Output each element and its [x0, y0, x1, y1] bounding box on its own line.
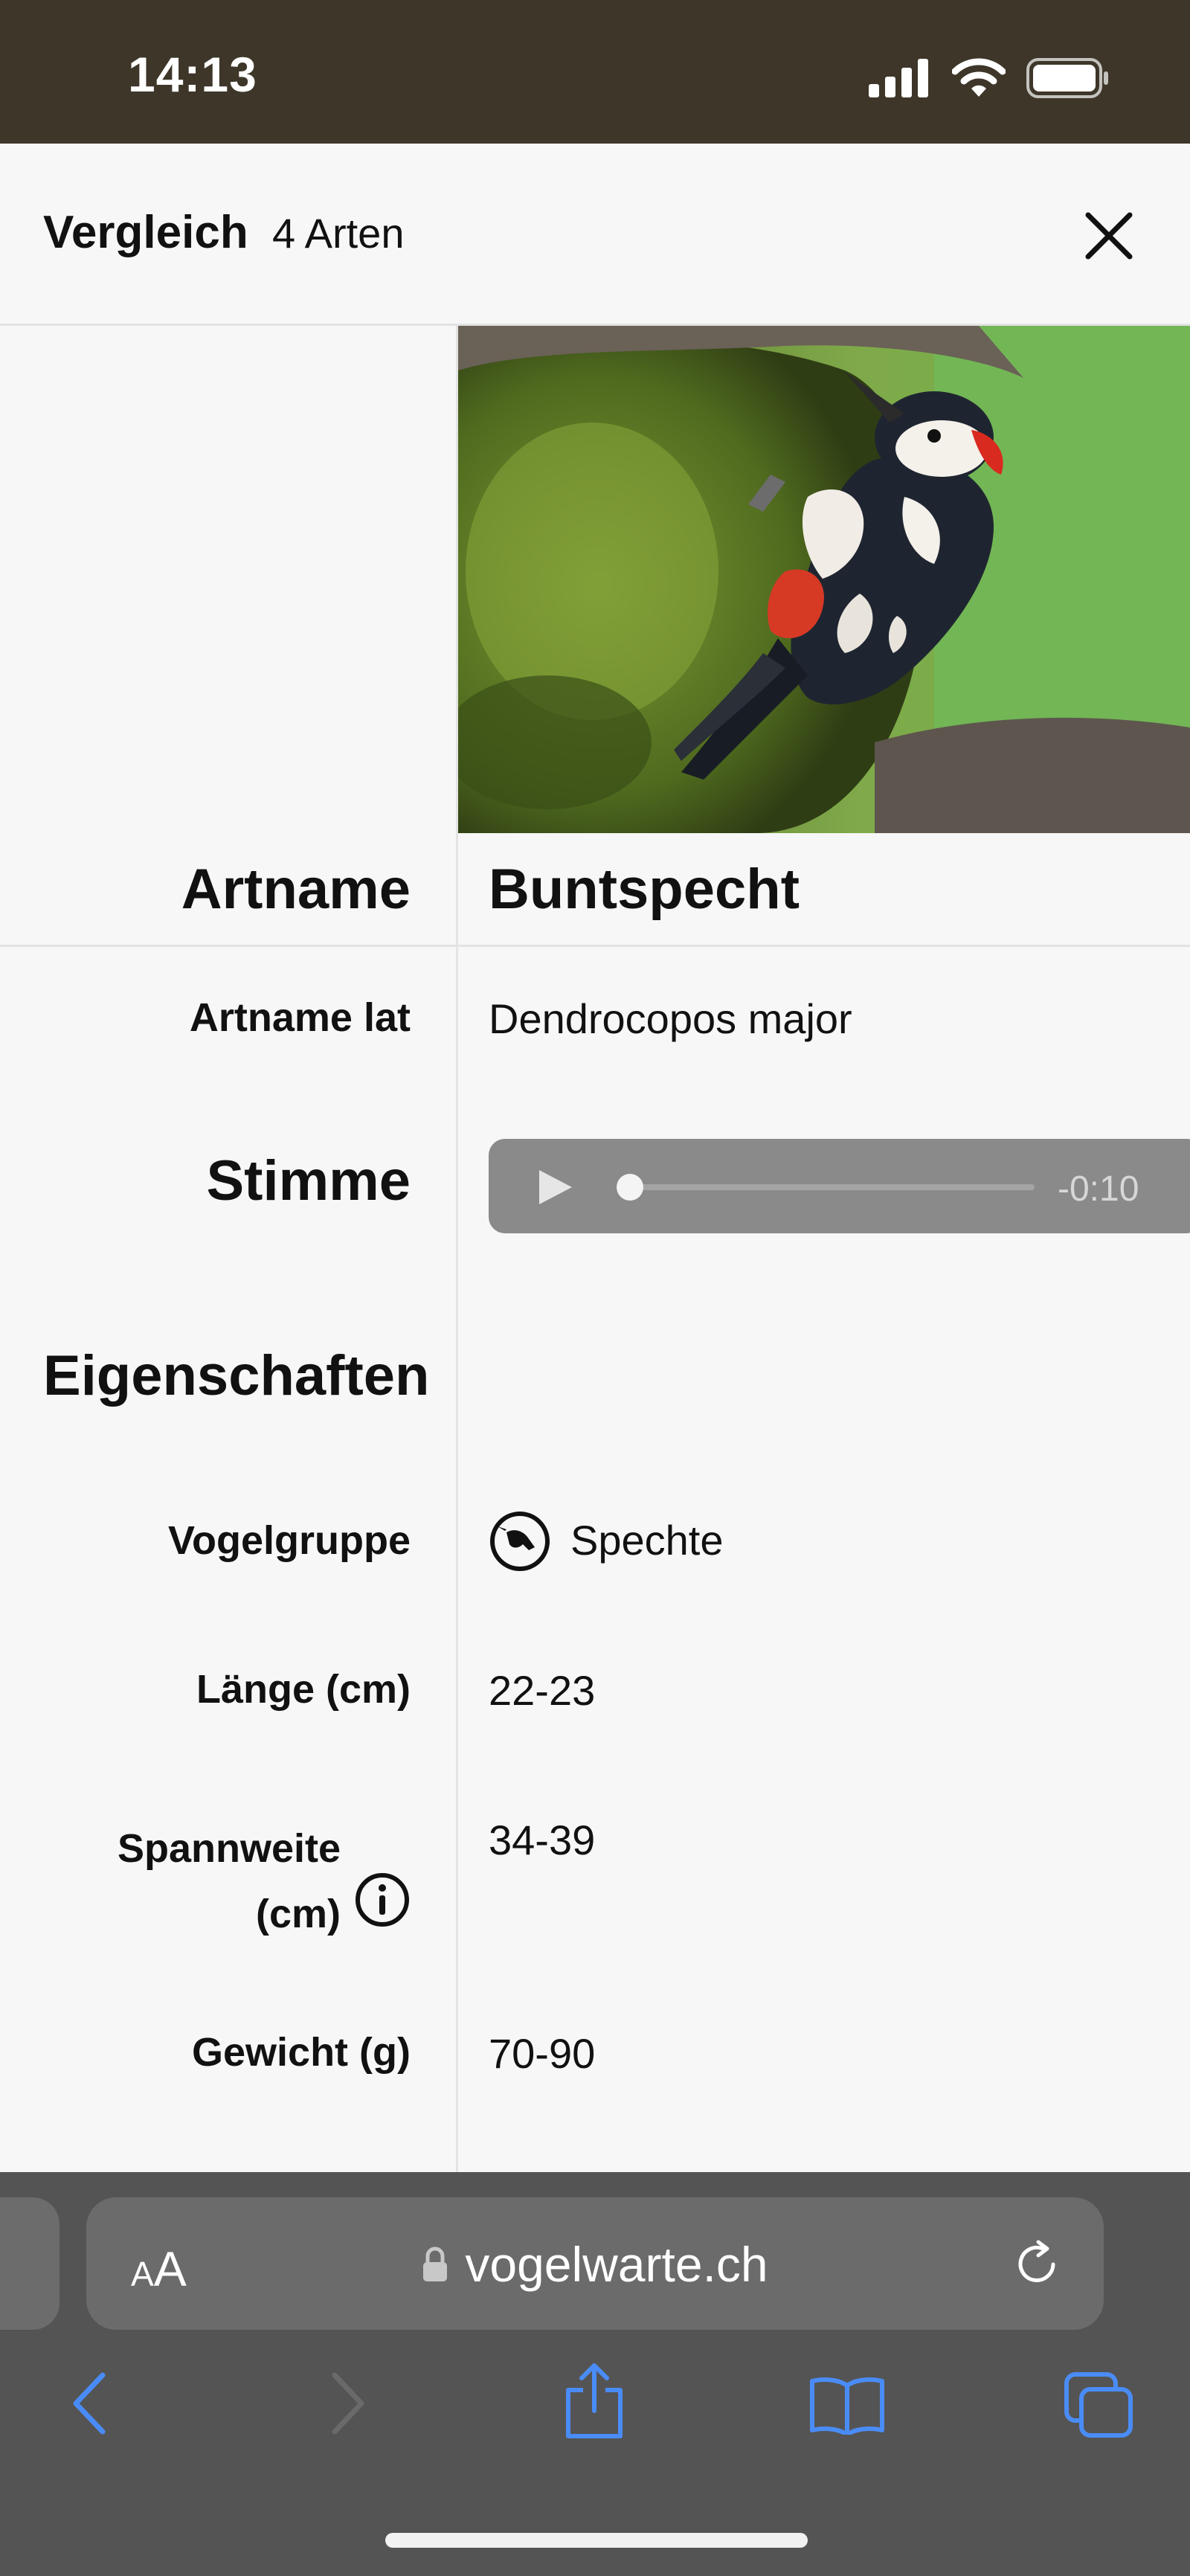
forward-icon[interactable]: [327, 2368, 369, 2439]
url-display[interactable]: vogelwarte.ch: [86, 2236, 1104, 2293]
artname-value: Buntspecht: [489, 858, 800, 921]
previous-tab-preview[interactable]: [0, 2197, 60, 2330]
play-icon[interactable]: [535, 1167, 575, 1207]
bookmarks-icon[interactable]: [809, 2375, 885, 2435]
artname-label: Artname: [181, 858, 411, 921]
lock-icon: [423, 2246, 448, 2281]
spannweite-label-line1: Spannweite: [117, 1826, 341, 1871]
spannweite-value: 34-39: [489, 1817, 596, 1863]
vogelgruppe-label: Vogelgruppe: [167, 1518, 411, 1563]
vogelgruppe-value: Spechte: [570, 1517, 724, 1564]
laenge-value: 22-23: [489, 1667, 596, 1714]
status-time: 14:13: [128, 47, 257, 102]
woodpecker-photo: [458, 326, 1190, 833]
status-icons: [869, 58, 1110, 98]
laenge-label: Länge (cm): [196, 1667, 411, 1712]
spannweite-label-line2: (cm): [255, 1892, 341, 1936]
gewicht-label: Gewicht (g): [192, 2030, 411, 2075]
tabs-icon[interactable]: [1064, 2371, 1133, 2438]
audio-player[interactable]: -0:10: [489, 1139, 1190, 1233]
gewicht-value: 70-90: [489, 2030, 596, 2077]
species-photo: [458, 326, 1190, 833]
stimme-label: Stimme: [206, 1149, 411, 1212]
status-bar: 14:13: [0, 0, 1190, 144]
cellular-signal-icon: [869, 59, 928, 97]
address-bar[interactable]: AA vogelwarte.ch: [86, 2197, 1104, 2330]
share-icon[interactable]: [562, 2362, 626, 2441]
row-separator: [0, 945, 1190, 947]
artname-lat-value: Dendrocopos major: [489, 995, 852, 1042]
section-title-eigenschaften: Eigenschaften: [43, 1344, 430, 1407]
wifi-icon: [952, 58, 1006, 97]
comparison-header: Vergleich 4 Arten: [0, 144, 1190, 326]
audio-progress-track[interactable]: [625, 1184, 1035, 1190]
audio-scrubber[interactable]: [617, 1174, 643, 1201]
url-text: vogelwarte.ch: [465, 2237, 768, 2292]
spannweite-label: Spannweite (cm): [118, 1816, 341, 1947]
info-icon[interactable]: [354, 1872, 411, 1928]
close-icon[interactable]: [1082, 209, 1136, 263]
artname-lat-label: Artname lat: [189, 995, 411, 1040]
back-icon[interactable]: [68, 2368, 110, 2439]
comparison-table: Artname Buntspecht Artname lat Dendrocop…: [0, 326, 1190, 2172]
page-title: Vergleich: [43, 207, 248, 258]
battery-icon: [1026, 58, 1108, 98]
species-count: 4 Arten: [272, 210, 405, 257]
audio-time-remaining: -0:10: [1058, 1169, 1139, 1209]
reload-icon[interactable]: [1013, 2239, 1062, 2288]
woodpecker-icon: [490, 1512, 550, 1571]
home-indicator[interactable]: [385, 2533, 808, 2548]
